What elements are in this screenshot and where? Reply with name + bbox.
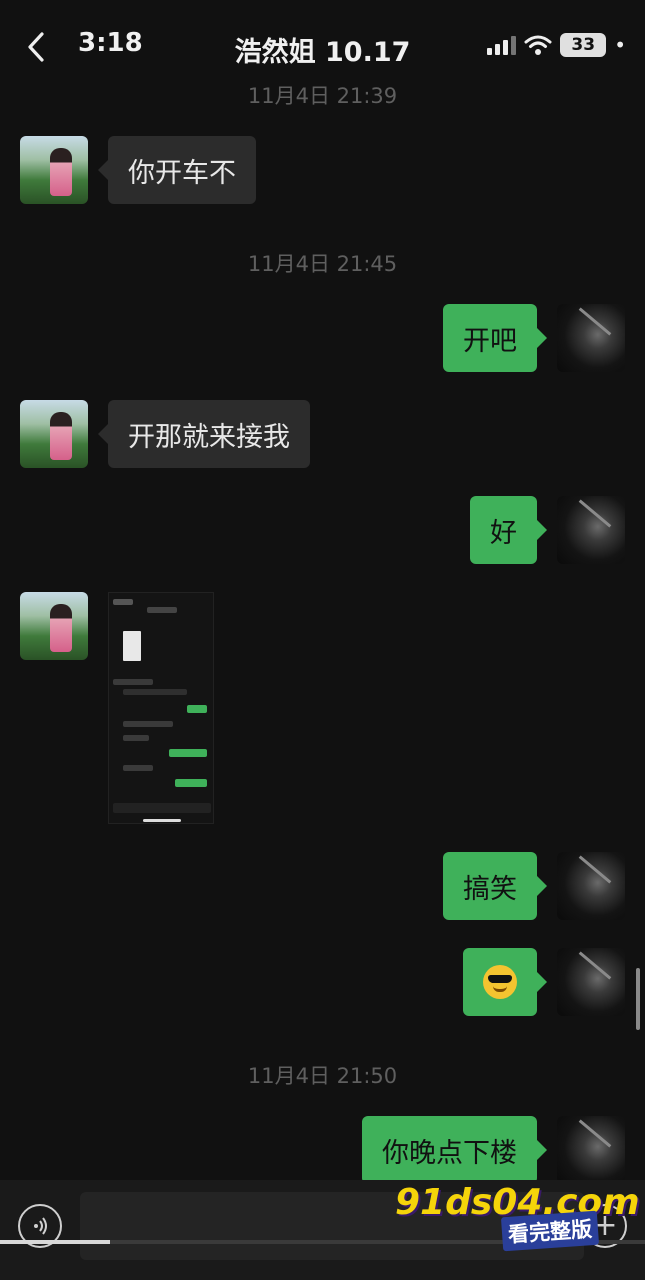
sunglasses-emoji-icon xyxy=(483,965,517,999)
outgoing-message[interactable]: 搞笑 xyxy=(443,852,547,920)
my-avatar[interactable] xyxy=(557,852,625,920)
outgoing-emoji-message[interactable] xyxy=(463,948,547,1016)
contact-avatar[interactable] xyxy=(20,136,88,204)
wifi-icon xyxy=(524,35,552,55)
timestamp: 11月4日 21:50 xyxy=(247,1064,398,1088)
my-avatar[interactable] xyxy=(557,948,625,1016)
my-avatar[interactable] xyxy=(557,1116,625,1184)
timestamp: 11月4日 21:39 xyxy=(247,84,398,108)
video-progress-fill xyxy=(0,1240,110,1244)
timestamp: 11月4日 21:45 xyxy=(247,252,398,276)
signal-icon xyxy=(487,35,517,55)
contact-avatar[interactable] xyxy=(20,592,88,660)
contact-avatar[interactable] xyxy=(20,400,88,468)
incoming-message[interactable]: 开那就来接我 xyxy=(98,400,310,468)
scrollbar[interactable] xyxy=(636,968,640,1030)
outgoing-message[interactable]: 开吧 xyxy=(443,304,547,372)
incoming-message[interactable]: 你开车不 xyxy=(98,136,256,204)
status-icons: 33 • xyxy=(487,32,627,58)
more-icon: • xyxy=(614,33,627,57)
outgoing-message[interactable]: 你晚点下楼 xyxy=(362,1116,547,1184)
watermark-tag: 看完整版 xyxy=(500,1210,600,1252)
my-avatar[interactable] xyxy=(557,304,625,372)
battery-indicator: 33 xyxy=(560,33,607,57)
image-message[interactable] xyxy=(108,592,214,824)
chat-header: 3:18 浩然姐 10.17 33 • xyxy=(0,0,645,80)
outgoing-message[interactable]: 好 xyxy=(470,496,547,564)
my-avatar[interactable] xyxy=(557,496,625,564)
